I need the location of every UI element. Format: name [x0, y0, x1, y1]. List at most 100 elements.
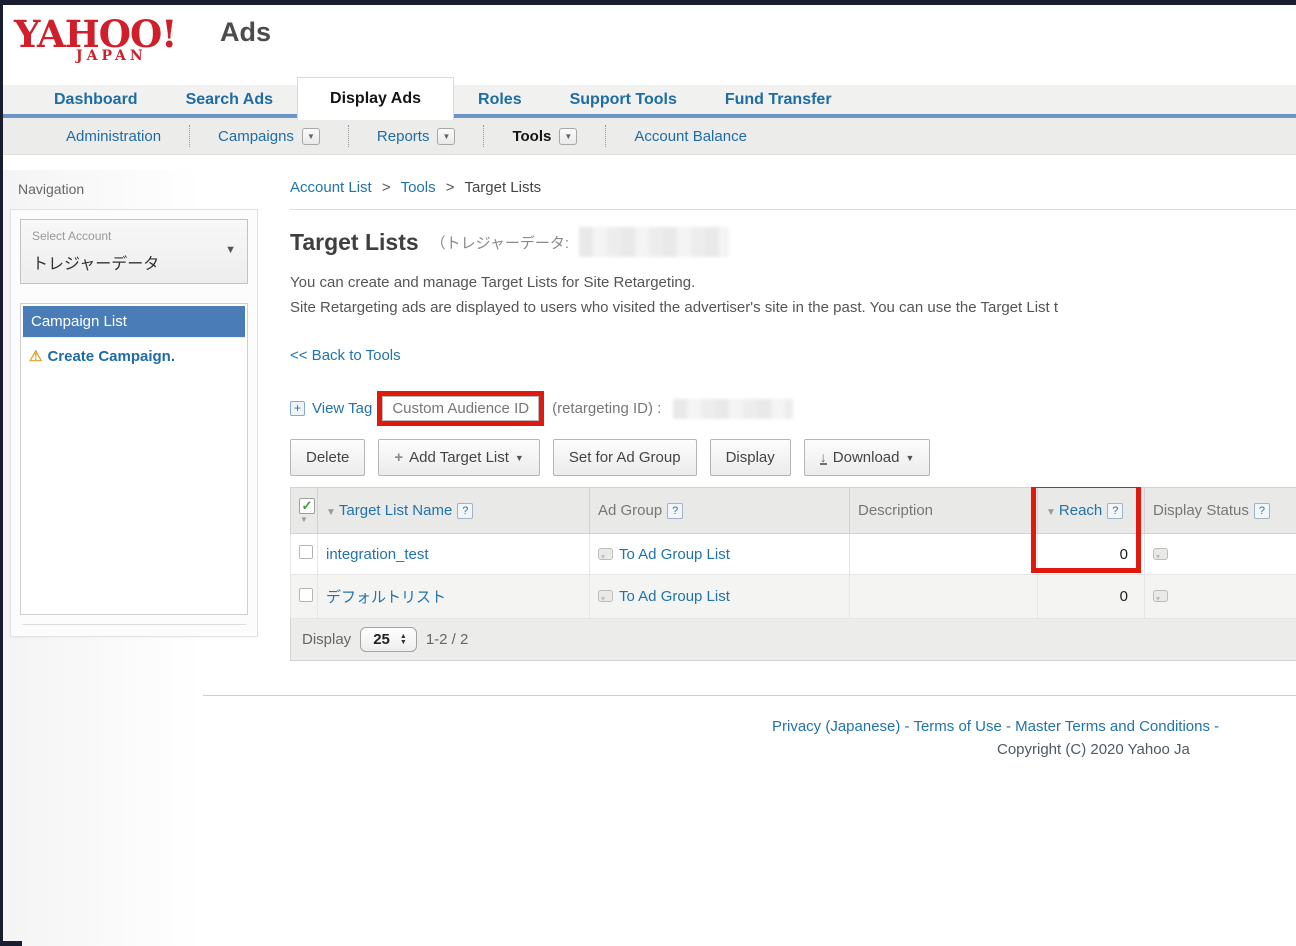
sidebar-divider: [22, 624, 246, 625]
help-icon[interactable]: ?: [457, 503, 473, 519]
subnav-tools-label: Tools: [512, 128, 551, 145]
row-reach-cell: 0: [1038, 575, 1145, 619]
footer-separator: -: [900, 718, 913, 735]
header-select-all: ✓ ▼: [291, 488, 318, 534]
tab-support-tools[interactable]: Support Tools: [546, 83, 701, 116]
subnav-tools[interactable]: Tools ▼: [484, 128, 605, 145]
footer-link-master-terms[interactable]: Master Terms and Conditions: [1015, 718, 1210, 735]
comment-icon[interactable]: [598, 548, 613, 560]
toolbar: Delete + Add Target List ▼ Set for Ad Gr…: [290, 439, 1296, 476]
help-icon[interactable]: ?: [667, 503, 683, 519]
table-row: integration_test To Ad Group List 0: [291, 534, 1296, 575]
target-list-name-link[interactable]: デフォルトリスト: [326, 589, 446, 606]
comment-icon[interactable]: [1153, 590, 1168, 602]
comment-icon[interactable]: [1153, 548, 1168, 560]
display-button[interactable]: Display: [710, 439, 791, 476]
sidebar-title: Navigation: [18, 181, 258, 197]
footer-link-terms[interactable]: Terms of Use: [913, 718, 1001, 735]
target-list-name-link[interactable]: integration_test: [326, 546, 429, 563]
subnav-administration[interactable]: Administration: [38, 128, 189, 145]
pagination-display-label: Display: [302, 631, 351, 648]
page-title-suffix: （トレジャーデータ:: [431, 232, 569, 253]
display-status-header-label: Display Status: [1153, 502, 1249, 519]
stepper-down-icon: ▼: [400, 640, 407, 646]
breadcrumb-account-list[interactable]: Account List: [290, 179, 372, 196]
breadcrumb-separator: >: [382, 179, 391, 196]
subnav-campaigns-label: Campaigns: [218, 128, 294, 145]
row-checkbox[interactable]: [299, 588, 313, 602]
tab-search-ads[interactable]: Search Ads: [162, 83, 297, 116]
subnav-reports[interactable]: Reports ▼: [349, 128, 484, 145]
subnav-account-balance[interactable]: Account Balance: [606, 128, 775, 145]
delete-button[interactable]: Delete: [290, 439, 365, 476]
reach-sort-link[interactable]: Reach: [1059, 502, 1102, 519]
select-menu-caret-icon[interactable]: ▼: [299, 515, 309, 524]
footer-separator: -: [1002, 718, 1015, 735]
annotation-box-custom-audience: Custom Audience ID: [377, 391, 544, 426]
breadcrumb-current: Target Lists: [464, 179, 541, 196]
sort-desc-icon: ▼: [326, 507, 336, 518]
page-title-row: Target Lists （トレジャーデータ:: [290, 227, 1296, 257]
to-ad-group-list-link[interactable]: To Ad Group List: [619, 588, 730, 605]
subnav-reports-label: Reports: [377, 128, 430, 145]
add-target-list-button[interactable]: + Add Target List ▼: [378, 439, 539, 476]
content-area: Navigation Select Account トレジャーデータ ▼ Cam…: [0, 155, 1296, 667]
help-icon[interactable]: ?: [1254, 503, 1270, 519]
table-header-row: ✓ ▼ ▼Target List Name? Ad Group? Descrip…: [291, 488, 1296, 534]
retargeting-id-label: (retargeting ID) :: [552, 400, 661, 417]
target-list-table: ✓ ▼ ▼Target List Name? Ad Group? Descrip…: [290, 487, 1296, 619]
subnav-account-balance-label: Account Balance: [634, 128, 747, 145]
set-for-ad-group-label: Set for Ad Group: [569, 449, 681, 466]
target-list-name-sort-link[interactable]: Target List Name: [339, 502, 452, 519]
back-to-tools-link[interactable]: << Back to Tools: [290, 347, 401, 364]
subnav-administration-label: Administration: [66, 128, 161, 145]
download-button[interactable]: ↓ Download ▼: [804, 439, 931, 476]
chevron-down-icon[interactable]: ▼: [302, 128, 320, 145]
page-size-select[interactable]: 25 ▲ ▼: [360, 627, 417, 652]
tab-dashboard[interactable]: Dashboard: [30, 83, 162, 116]
window-left-edge: [0, 0, 3, 946]
sidebar-item-campaign-list[interactable]: Campaign List: [23, 306, 245, 337]
header-description: Description: [850, 488, 1038, 534]
row-name-cell: デフォルトリスト: [318, 575, 590, 619]
comment-icon[interactable]: [598, 590, 613, 602]
ad-group-header-label: Ad Group: [598, 502, 662, 519]
row-select-cell: [291, 534, 318, 575]
footer-link-privacy[interactable]: Privacy (Japanese): [772, 718, 900, 735]
pagination-bar: Display 25 ▲ ▼ 1-2 / 2: [290, 619, 1296, 661]
to-ad-group-list-link[interactable]: To Ad Group List: [619, 546, 730, 563]
expand-plus-icon[interactable]: +: [290, 401, 305, 416]
caret-down-icon: ▼: [225, 244, 236, 256]
sidebar-item-create-campaign-label: Create Campaign.: [47, 348, 175, 365]
secondary-nav-bar: Administration Campaigns ▼ Reports ▼ Too…: [0, 118, 1296, 155]
row-ad-group-cell: To Ad Group List: [590, 575, 850, 619]
select-all-checkbox[interactable]: ✓: [299, 498, 315, 514]
page-title: Target Lists: [290, 229, 419, 256]
account-selector[interactable]: Select Account トレジャーデータ ▼: [20, 219, 248, 284]
header-ad-group: Ad Group?: [590, 488, 850, 534]
pagination-range: 1-2 / 2: [426, 631, 469, 648]
window-top-edge: [0, 0, 1296, 5]
tab-fund-transfer[interactable]: Fund Transfer: [701, 83, 856, 116]
tab-display-ads[interactable]: Display Ads: [297, 77, 454, 120]
breadcrumb-separator: >: [446, 179, 455, 196]
page-description: You can create and manage Target Lists f…: [290, 270, 1296, 320]
subnav-campaigns[interactable]: Campaigns ▼: [190, 128, 348, 145]
tab-roles[interactable]: Roles: [454, 83, 546, 116]
chevron-down-icon[interactable]: ▼: [437, 128, 455, 145]
sidebar-item-create-campaign[interactable]: ⚠ Create Campaign.: [23, 337, 245, 374]
sort-desc-icon: ▼: [1046, 507, 1056, 518]
account-selector-label: Select Account: [32, 229, 236, 243]
view-tag-link[interactable]: View Tag: [312, 400, 372, 417]
display-button-label: Display: [726, 449, 775, 466]
yahoo-japan-ads-logo[interactable]: YAHOO! JAPAN Ads: [14, 12, 294, 74]
logo-japan-text: JAPAN: [76, 48, 147, 64]
set-for-ad-group-button[interactable]: Set for Ad Group: [553, 439, 697, 476]
breadcrumb-tools[interactable]: Tools: [401, 179, 436, 196]
description-header-label: Description: [858, 502, 933, 519]
row-checkbox[interactable]: [299, 545, 313, 559]
help-icon[interactable]: ?: [1107, 503, 1123, 519]
custom-audience-id-label: Custom Audience ID: [382, 396, 539, 421]
chevron-down-icon[interactable]: ▼: [559, 128, 577, 145]
main-panel: Account List > Tools > Target Lists Targ…: [258, 179, 1296, 661]
